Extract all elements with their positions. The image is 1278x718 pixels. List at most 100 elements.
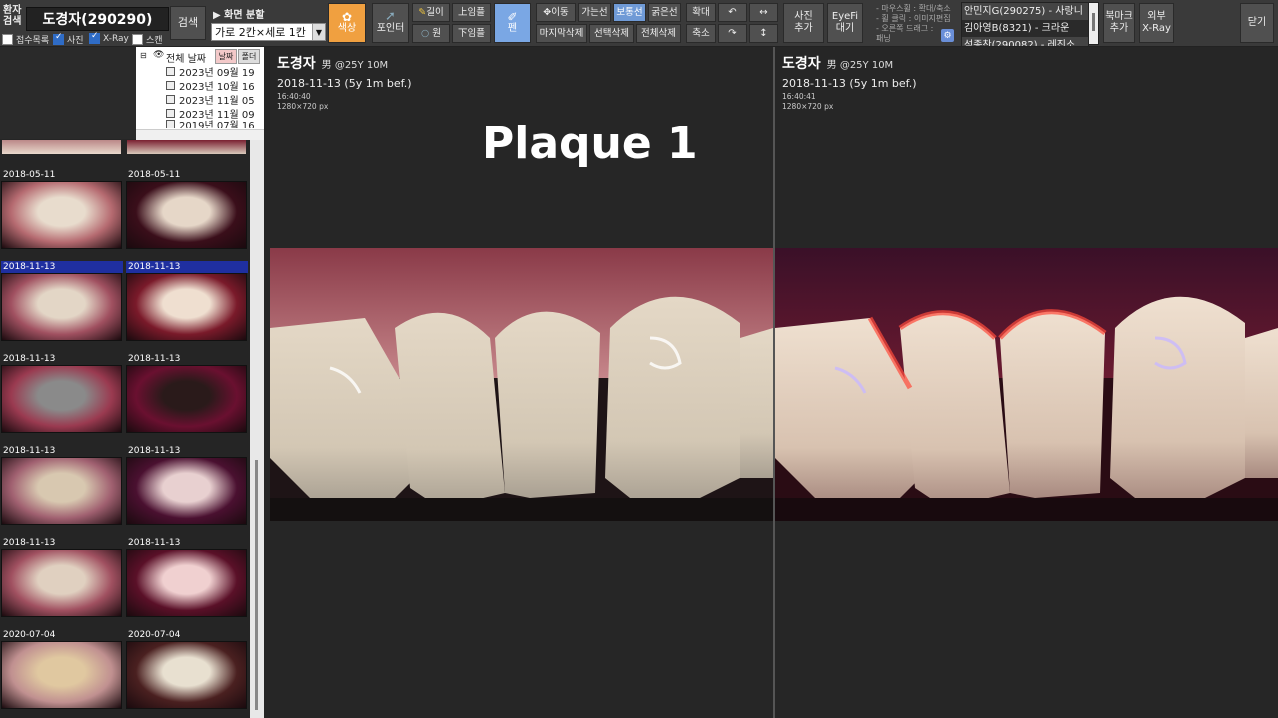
thumbnail-item[interactable]: 2018-11-13	[1, 261, 123, 341]
filter-scan[interactable]: 스캔	[132, 33, 163, 46]
patient-name-field[interactable]: 도경자(290290)	[26, 7, 169, 31]
bookmark-button[interactable]: 북마크 추가	[1103, 3, 1135, 43]
color-label: 색상	[337, 23, 357, 34]
tab-folder[interactable]: 폴더	[238, 49, 260, 64]
tree-item[interactable]: 2023년 11월 05	[166, 92, 255, 107]
thumbnail-item[interactable]: 2018-11-13	[126, 261, 248, 341]
viewer-patient-name: 도경자	[782, 56, 821, 72]
thumbnail-item[interactable]: 2020-07-04	[1, 629, 123, 709]
viewer-patient-info: 男 @25Y 10M	[321, 60, 389, 71]
left-panel-blank	[0, 47, 136, 139]
patient-list-item[interactable]: 김아영B(8321) - 크라운	[962, 20, 1088, 37]
thumbnail-item[interactable]: 2018-05-11	[126, 169, 248, 249]
thumbnail-image[interactable]	[1, 641, 122, 709]
thumbnail-item[interactable]: 2018-11-13	[1, 445, 123, 525]
viewer-time: 16:40:40	[277, 92, 311, 101]
thumbnail-item[interactable]: 2018-11-13	[126, 445, 248, 525]
date-node-icon	[166, 109, 175, 118]
circle-label: 원	[432, 27, 442, 39]
split-label: ▶ 화면 분할	[213, 10, 265, 21]
tree-item-label: 2023년 11월 09	[179, 110, 255, 121]
thumbnail-item[interactable]: 2020-07-04	[126, 629, 248, 709]
scroll-thumb[interactable]	[255, 460, 258, 710]
thin-line-button[interactable]: 가는선	[578, 3, 611, 22]
thumbnail-date: 2018-11-13	[3, 446, 56, 456]
patient-search-label: 환자 검색	[3, 5, 22, 27]
thumbnail-item[interactable]: 2018-11-13	[126, 537, 248, 617]
tree-collapse-icon[interactable]: ⊟	[140, 51, 147, 60]
thumbnail-image[interactable]	[1, 549, 122, 617]
delete-all-button[interactable]: 전체삭제	[636, 24, 681, 43]
thumbnail-item[interactable]: 2018-11-13	[1, 537, 123, 617]
dental-photo-normal[interactable]	[270, 248, 773, 521]
thumbnail-image[interactable]	[1, 457, 122, 525]
external-xray-button[interactable]: 외부 X-Ray	[1139, 3, 1174, 43]
toolbar: 환자 검색 도경자(290290) 검색 접수목록 사진 X-Ray 스캔 ▶ …	[0, 0, 1278, 47]
filter-xray[interactable]: X-Ray	[89, 31, 129, 44]
eyefi-button[interactable]: EyeFi 대기	[827, 3, 863, 43]
tree-item[interactable]: 2023년 09월 19	[166, 64, 255, 79]
hint-line: 패닝	[876, 34, 891, 43]
thumbnail-image[interactable]	[1, 273, 122, 341]
patient-list-item[interactable]: 석종찬(290082) - 레진소	[962, 37, 1088, 46]
delete-selected-button[interactable]: 선택삭제	[589, 24, 634, 43]
patient-list-scrollbar[interactable]	[1088, 2, 1099, 45]
viewer-info: 도경자 男 @25Y 10M 2018-11-13 (5y 1m bef.) 16…	[277, 53, 412, 112]
thumbnail-item[interactable]: 2018-11-13	[126, 353, 248, 433]
pointer-button[interactable]: ➚ 포인터	[372, 3, 409, 43]
search-button[interactable]: 검색	[170, 6, 206, 40]
gear-icon[interactable]: ⚙	[941, 29, 954, 42]
rotate-right-icon[interactable]: ↷	[718, 24, 747, 43]
dental-photo-fluorescence[interactable]	[775, 248, 1278, 521]
length-button[interactable]: ✎ 길이	[412, 3, 450, 22]
filter-photo[interactable]: 사진	[53, 32, 84, 46]
date-node-icon	[166, 120, 175, 128]
delete-last-button[interactable]: 마지막삭제	[536, 24, 587, 43]
chevron-down-icon: ▼	[312, 24, 325, 40]
flip-horizontal-icon[interactable]: ↔	[749, 3, 778, 22]
thumbnail-image[interactable]	[126, 365, 247, 433]
thumbnail-image[interactable]	[2, 140, 121, 154]
circle-button[interactable]: ○ 원	[412, 24, 450, 43]
thumbnail-date: 2020-07-04	[3, 630, 56, 640]
thumbnail-image[interactable]	[126, 641, 247, 709]
thumbnail-scrollbar[interactable]	[250, 140, 264, 718]
thumbnail-image[interactable]	[127, 140, 246, 154]
filter-reception[interactable]: 접수목록	[2, 33, 49, 46]
zoom-in-button[interactable]: 확대	[686, 3, 716, 22]
move-button[interactable]: ✥ 이동	[536, 3, 576, 22]
tree-item[interactable]: 2023년 11월 09	[166, 106, 255, 121]
thumbnail-image[interactable]	[1, 181, 122, 249]
tree-item[interactable]: 2023년 10월 16	[166, 78, 255, 93]
thumbnail-image[interactable]	[126, 457, 247, 525]
rotate-left-icon[interactable]: ↶	[718, 3, 747, 22]
tab-date[interactable]: 날짜	[215, 49, 237, 64]
normal-line-button[interactable]: 보통선	[613, 3, 646, 22]
date-node-icon	[166, 81, 175, 90]
lower-implant-button[interactable]: 下임플	[452, 24, 491, 43]
tree-item[interactable]: 2019년 07월 16	[166, 120, 255, 128]
add-photo-button[interactable]: 사진 추가	[783, 3, 824, 43]
thumbnail-date: 2018-05-11	[128, 170, 181, 180]
upper-implant-button[interactable]: 上임플	[452, 3, 491, 22]
close-button[interactable]: 닫기	[1240, 3, 1274, 43]
thick-line-button[interactable]: 굵은선	[648, 3, 681, 22]
thumbnail-image[interactable]	[126, 273, 247, 341]
tree-item-label: 2023년 11월 05	[179, 96, 255, 107]
patient-list-item[interactable]: 안민지G(290275) - 사랑니	[962, 3, 1088, 20]
overlay-caption: Plaque 1	[482, 118, 698, 169]
viewer-patient-name: 도경자	[277, 56, 316, 72]
image-viewer-right[interactable]: 도경자 男 @25Y 10M 2018-11-13 (5y 1m bef.) 16…	[775, 47, 1278, 718]
split-select[interactable]: 가로 2칸×세로 1칸 ▼	[211, 23, 326, 41]
thumbnail-item[interactable]: 2018-11-13	[1, 353, 123, 433]
thumbnail-image[interactable]	[126, 549, 247, 617]
thumbnail-image[interactable]	[126, 181, 247, 249]
thumbnail-image[interactable]	[1, 365, 122, 433]
pen-button[interactable]: ✐ 펜	[494, 3, 531, 43]
flip-vertical-icon[interactable]: ↕	[749, 24, 778, 43]
zoom-out-button[interactable]: 축소	[686, 24, 716, 43]
tree-root-label[interactable]: 전체 날짜	[166, 50, 206, 65]
color-button[interactable]: ✿ 색상	[328, 3, 366, 43]
tree-hscrollbar[interactable]	[136, 129, 264, 140]
thumbnail-item[interactable]: 2018-05-11	[1, 169, 123, 249]
